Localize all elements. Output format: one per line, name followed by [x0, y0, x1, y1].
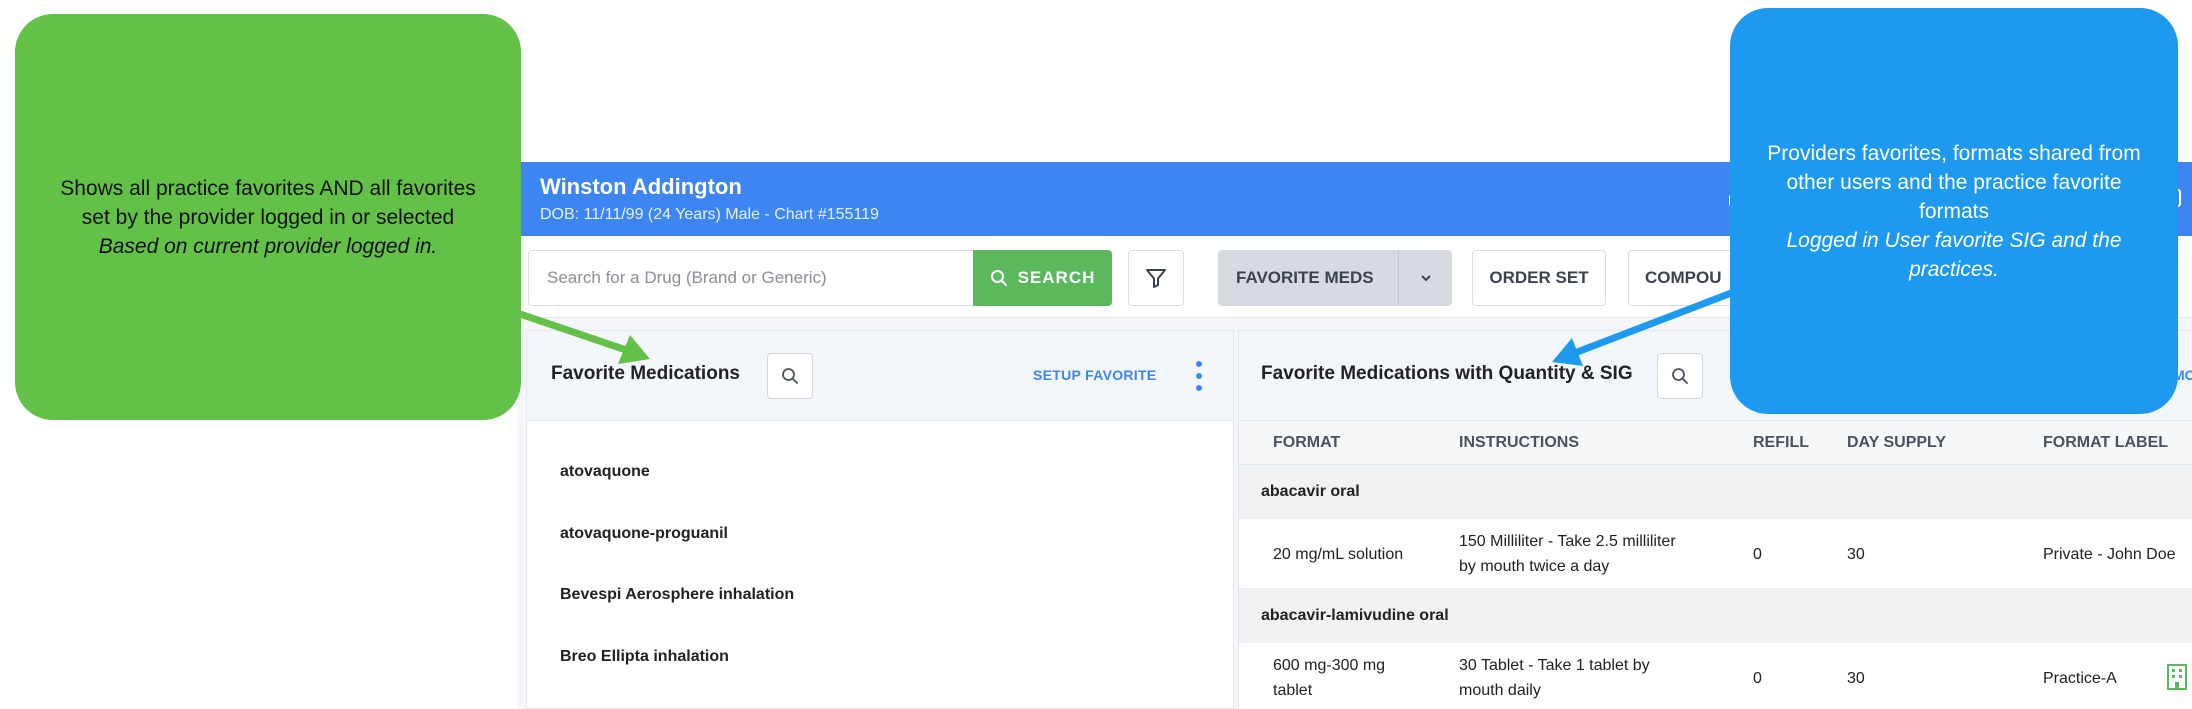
patient-details: DOB: 11/11/99 (24 Years) Male - Chart #1…: [540, 206, 879, 223]
building-icon: [2167, 664, 2187, 690]
favorite-meds-dropdown[interactable]: FAVORITE MEDS: [1218, 250, 1452, 306]
green-callout-text: Shows all practice favorites AND all fav…: [60, 176, 476, 229]
favorite-sig-title: Favorite Medications with Quantity & SIG: [1261, 363, 1633, 384]
drug-group-name: abacavir oral: [1261, 483, 1360, 500]
format-cell-line2: tablet: [1273, 682, 1313, 699]
format-cell: 20 mg/mL solution: [1273, 546, 1404, 563]
favorite-meds-label: FAVORITE MEDS: [1236, 268, 1374, 287]
favorite-search-button[interactable]: [767, 353, 813, 399]
patient-name: Winston Addington: [540, 174, 742, 199]
refill-cell: 0: [1753, 546, 1762, 563]
drug-group-row: abacavir-lamivudine oral: [1239, 589, 2192, 643]
column-header-format[interactable]: FORMAT: [1273, 434, 1340, 452]
favorite-med-item[interactable]: Bevespi Aerosphere inhalation: [560, 586, 794, 604]
filter-icon: [1146, 269, 1166, 288]
blue-callout-italic: Logged in User favorite SIG and the prac…: [1786, 228, 2122, 281]
table-row[interactable]: 20 mg/mL solution 150 Milliliter - Take …: [1239, 519, 2192, 589]
column-header-day-supply[interactable]: DAY SUPPLY: [1847, 434, 1946, 452]
blue-annotation-callout: Providers favorites, formats shared from…: [1730, 8, 2178, 414]
instructions-cell-line2: by mouth twice a day: [1459, 558, 1610, 575]
instructions-cell-line1: 30 Tablet - Take 1 tablet by: [1459, 657, 1650, 674]
filter-button[interactable]: [1128, 250, 1184, 306]
instructions-cell-line1: 150 Milliliter - Take 2.5 milliliter: [1459, 533, 1676, 550]
favorite-medications-title: Favorite Medications: [551, 363, 740, 384]
day-supply-cell: 30: [1847, 546, 1865, 563]
table-row[interactable]: 600 mg-300 mg tablet 30 Tablet - Take 1 …: [1239, 643, 2192, 709]
annotated-screenshot: Winston Addington DOB: 11/11/99 (24 Year…: [0, 0, 2192, 709]
search-icon: [782, 368, 798, 384]
instructions-cell-line2: mouth daily: [1459, 682, 1541, 699]
setup-favorite-link[interactable]: SETUP FAVORITE: [1033, 367, 1156, 383]
format-label-cell: Practice-A: [2043, 670, 2117, 687]
column-header-instructions[interactable]: INSTRUCTIONS: [1459, 434, 1579, 452]
drug-search-input[interactable]: [547, 251, 967, 305]
format-label-cell: Private - John Doe: [2043, 546, 2176, 563]
drug-search-box: [528, 250, 992, 306]
column-header-format-label[interactable]: FORMAT LABEL: [2043, 434, 2168, 452]
format-cell-line1: 600 mg-300 mg: [1273, 657, 1386, 674]
green-callout-italic: Based on current provider logged in.: [98, 234, 438, 258]
day-supply-cell: 30: [1847, 670, 1865, 687]
search-button[interactable]: SEARCH: [973, 250, 1112, 306]
more-options-icon[interactable]: [1195, 361, 1203, 391]
search-icon: [990, 270, 1007, 286]
favorite-medications-header: Favorite Medications SETUP FAVORITE: [527, 331, 1233, 421]
favorite-med-item[interactable]: atovaquone: [560, 463, 650, 481]
drug-group-row: abacavir oral: [1239, 465, 2192, 519]
drug-group-name: abacavir-lamivudine oral: [1261, 607, 1449, 624]
table-header: FORMAT INSTRUCTIONS REFILL DAY SUPPLY FO…: [1239, 421, 2192, 465]
favorite-medications-panel: Favorite Medications SETUP FAVORITE atov…: [526, 330, 1234, 709]
search-icon: [1672, 368, 1688, 384]
favorite-med-item[interactable]: atovaquone-proguanil: [560, 525, 728, 543]
column-header-refill[interactable]: REFILL: [1753, 434, 1809, 452]
green-annotation-callout: Shows all practice favorites AND all fav…: [15, 14, 521, 420]
blue-callout-text: Providers favorites, formats shared from…: [1767, 141, 2141, 223]
search-button-label: SEARCH: [1017, 268, 1096, 287]
chevron-down-icon[interactable]: [1398, 250, 1452, 306]
favorite-med-item[interactable]: Breo Ellipta inhalation: [560, 648, 729, 666]
favorite-sig-search-button[interactable]: [1657, 353, 1703, 399]
order-set-button[interactable]: ORDER SET: [1472, 250, 1606, 306]
refill-cell: 0: [1753, 670, 1762, 687]
